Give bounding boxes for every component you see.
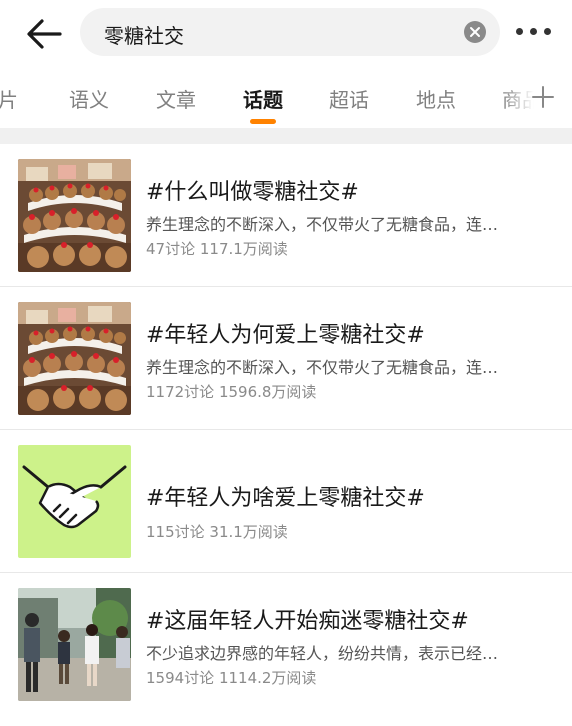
dot-icon xyxy=(530,28,537,35)
topic-title: #这届年轻人开始痴迷零糖社交# xyxy=(146,609,469,634)
tab-topics[interactable]: 话题 xyxy=(243,84,283,113)
topic-thumbnail xyxy=(18,159,131,272)
close-icon xyxy=(470,27,480,37)
tab-articles[interactable]: 文章 xyxy=(156,84,196,113)
topic-thumbnail xyxy=(18,302,131,415)
category-tabs: 图片 语义 文章 话题 超话 地点 商品 xyxy=(0,72,572,126)
topic-stats: 1594讨论 1114.2万阅读 xyxy=(146,669,317,687)
list-item[interactable]: #什么叫做零糖社交# 养生理念的不断深入，不仅带火了无糖食品，连… 47讨论 1… xyxy=(0,144,572,287)
tab-images[interactable]: 图片 xyxy=(0,84,18,113)
active-tab-indicator xyxy=(250,119,276,124)
plus-icon xyxy=(532,86,554,108)
tab-places[interactable]: 地点 xyxy=(416,84,456,113)
topic-stats: 1172讨论 1596.8万阅读 xyxy=(146,383,317,401)
dot-icon xyxy=(516,28,523,35)
more-options-button[interactable] xyxy=(516,28,556,38)
topic-thumbnail xyxy=(18,445,131,558)
topic-thumbnail xyxy=(18,588,131,701)
topic-description: 养生理念的不断深入，不仅带火了无糖食品，连… xyxy=(146,358,499,377)
list-item[interactable]: #年轻人为啥爱上零糖社交# 115讨论 31.1万阅读 xyxy=(0,430,572,573)
topic-title: #什么叫做零糖社交# xyxy=(146,180,359,205)
top-bar: 零糖社交 xyxy=(0,0,572,66)
list-item[interactable]: #这届年轻人开始痴迷零糖社交# 不少追求边界感的年轻人，纷纷共情，表示已经… 1… xyxy=(0,573,572,716)
topic-stats: 47讨论 117.1万阅读 xyxy=(146,240,288,258)
people-walking-photo-icon xyxy=(18,588,131,701)
dot-icon xyxy=(544,28,551,35)
topic-title: #年轻人为何爱上零糖社交# xyxy=(146,323,425,348)
list-item[interactable]: #年轻人为何爱上零糖社交# 养生理念的不断深入，不仅带火了无糖食品，连… 117… xyxy=(0,287,572,430)
add-tab-button[interactable] xyxy=(530,84,556,110)
clear-search-button[interactable] xyxy=(464,21,486,43)
arrow-left-icon xyxy=(27,19,62,49)
topic-title: #年轻人为啥爱上零糖社交# xyxy=(146,486,425,511)
back-button[interactable] xyxy=(22,14,66,54)
topic-description: 不少追求边界感的年轻人，纷纷共情，表示已经… xyxy=(146,644,499,663)
plush-display-photo-icon xyxy=(18,159,131,272)
topic-description: 养生理念的不断深入，不仅带火了无糖食品，连… xyxy=(146,215,499,234)
tab-super-topics[interactable]: 超话 xyxy=(329,84,369,113)
section-separator xyxy=(0,128,572,144)
search-query-text: 零糖社交 xyxy=(104,24,184,48)
search-input[interactable]: 零糖社交 xyxy=(80,8,500,56)
plush-display-photo-icon xyxy=(18,302,131,415)
tab-semantic[interactable]: 语义 xyxy=(69,84,109,113)
handshake-icon xyxy=(18,445,131,558)
topic-stats: 115讨论 31.1万阅读 xyxy=(146,523,288,541)
